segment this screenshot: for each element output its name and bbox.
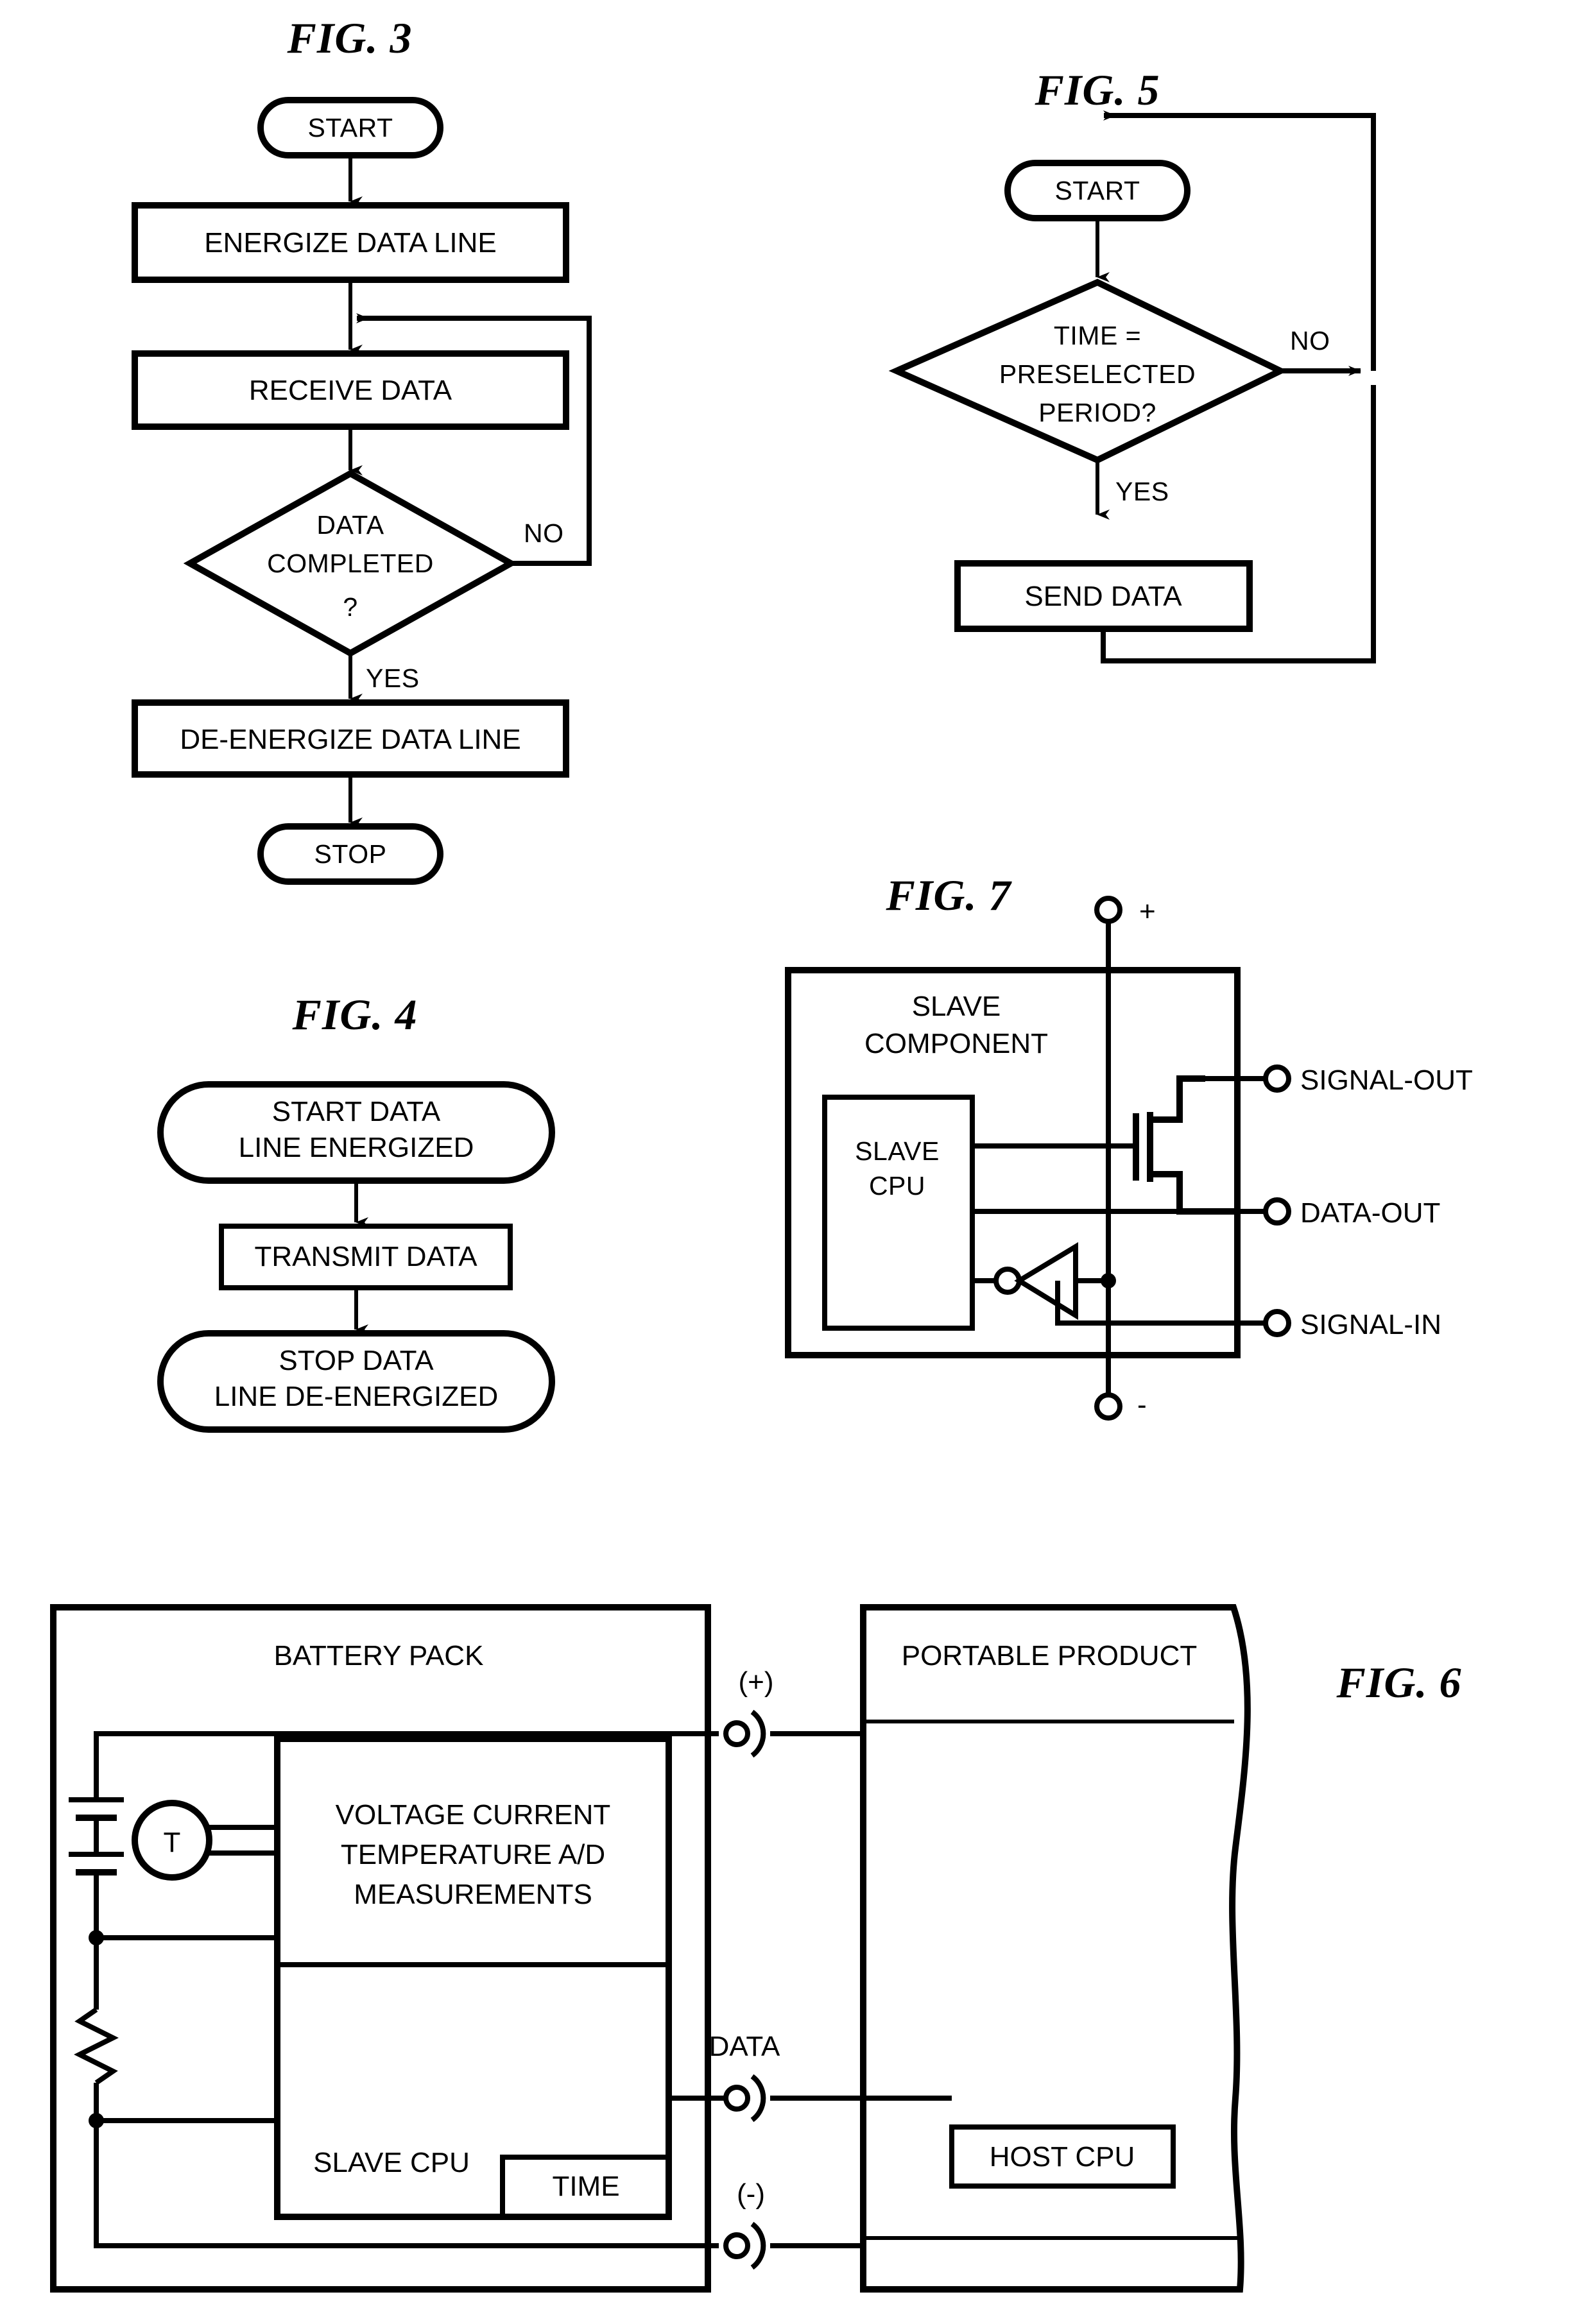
- fig5-decision-label-line2: PRESELECTED: [999, 359, 1196, 389]
- fig5-decision-label-line3: PERIOD?: [1038, 398, 1156, 427]
- fig3-yes-label: YES: [366, 663, 420, 693]
- figure-fig3: FIG. 3 START ENERGIZE DATA LINE RECEIVE …: [132, 13, 592, 885]
- fig7-signal-in-label: SIGNAL-IN: [1300, 1309, 1441, 1340]
- fig7-slave-component-label-line1: SLAVE: [912, 991, 1001, 1022]
- fig5-start-label: START: [1054, 176, 1140, 205]
- fig7-data-out-terminal-node: [1263, 1197, 1291, 1226]
- fig7-slave-cpu-label-line1: SLAVE: [855, 1136, 940, 1166]
- fig6-battery-pack-label: BATTERY PACK: [274, 1640, 484, 1671]
- fig7-minus-terminal-label: -: [1137, 1389, 1147, 1421]
- fig3-no-label: NO: [524, 518, 564, 548]
- fig3-start-label: START: [307, 113, 393, 142]
- figure-fig6: FIG. 6 BATTERY PACK PORTABLE PRODUCT HOS…: [50, 1604, 1462, 2293]
- patent-drawing-sheet: FIG. 3 START ENERGIZE DATA LINE RECEIVE …: [0, 0, 1573, 2324]
- fig3-decision-label-line3: ?: [343, 592, 357, 622]
- fig6-plus-connector-pin: [723, 1720, 750, 1747]
- fig6-measurements-label-line1: VOLTAGE CURRENT: [336, 1799, 611, 1831]
- fig7-junction-dot: [1101, 1273, 1116, 1288]
- fig3-deenergize-label: DE-ENERGIZE DATA LINE: [180, 724, 520, 755]
- fig6-data-terminal-label: DATA: [709, 2031, 780, 2062]
- fig7-mosfet-source: [1150, 1171, 1237, 1215]
- fig6-minus-connector-socket: [750, 2221, 766, 2270]
- fig6-title: FIG. 6: [1336, 1658, 1462, 1707]
- drawing-canvas: FIG. 3 START ENERGIZE DATA LINE RECEIVE …: [50, 13, 1473, 2293]
- fig6-minus-rail: [94, 2121, 719, 2248]
- fig5-yes-label: YES: [1115, 477, 1169, 506]
- fig3-decision-label-line2: COMPLETED: [267, 549, 434, 578]
- fig6-data-connector-socket: [750, 2074, 766, 2123]
- fig3-title: FIG. 3: [287, 13, 413, 62]
- fig6-measurements-label-line2: TEMPERATURE A/D: [341, 1839, 605, 1870]
- fig6-minus-terminal-label: (-): [737, 2178, 765, 2210]
- fig6-shunt-resistor: [74, 2007, 119, 2085]
- fig6-slave-cpu-label: SLAVE CPU: [313, 2147, 470, 2178]
- fig7-inverter-triangle: [1014, 1242, 1078, 1320]
- fig7-signal-out-terminal-node: [1263, 1064, 1291, 1093]
- fig6-thermistor-label: T: [164, 1827, 181, 1858]
- fig6-data-connector-pin: [723, 2085, 750, 2112]
- fig6-host-cpu-label: HOST CPU: [990, 2141, 1135, 2173]
- fig3-receive-label: RECEIVE DATA: [249, 375, 452, 406]
- fig7-plus-terminal-label: +: [1139, 896, 1156, 927]
- fig7-minus-terminal-node: [1094, 1392, 1122, 1421]
- fig3-energize-label: ENERGIZE DATA LINE: [204, 227, 497, 259]
- figure-fig4: FIG. 4 START DATA LINE ENERGIZED TRANSMI…: [157, 990, 555, 1433]
- fig4-title: FIG. 4: [292, 990, 418, 1039]
- fig4-start-label-line2: LINE ENERGIZED: [239, 1132, 474, 1163]
- fig7-plus-terminal-node: [1094, 896, 1122, 924]
- fig4-stop-label-line2: LINE DE-ENERGIZED: [214, 1381, 499, 1412]
- fig5-no-return-top: [1117, 113, 1376, 371]
- fig6-plus-connector-socket: [750, 1709, 766, 1758]
- fig7-data-out-label: DATA-OUT: [1300, 1197, 1440, 1229]
- fig7-slave-cpu-box: [822, 1095, 975, 1331]
- figure-fig5: FIG. 5 START TIME = PRESELECTED PERIOD? …: [888, 65, 1376, 663]
- figure-fig7: FIG. 7 + SLAVE COMPONENT SLAVE CPU - SIG…: [785, 871, 1473, 1421]
- fig5-title: FIG. 5: [1035, 65, 1160, 114]
- fig7-signal-in-terminal-node: [1263, 1309, 1291, 1337]
- fig4-stop-label-line1: STOP DATA: [279, 1345, 434, 1376]
- fig5-no-label: NO: [1290, 326, 1330, 355]
- fig6-minus-connector-pin: [723, 2232, 750, 2259]
- fig4-transmit-label: TRANSMIT DATA: [254, 1241, 477, 1272]
- fig7-slave-cpu-label-line2: CPU: [869, 1171, 925, 1200]
- fig7-mosfet-drain: [1150, 1075, 1205, 1123]
- fig3-decision-label-line1: DATA: [316, 510, 384, 540]
- fig7-title: FIG. 7: [886, 871, 1013, 919]
- fig3-stop-label: STOP: [314, 839, 387, 869]
- fig4-start-label-line1: START DATA: [272, 1096, 441, 1127]
- fig6-time-label: TIME: [552, 2171, 619, 2202]
- fig6-measurements-label-line3: MEASUREMENTS: [354, 1879, 592, 1910]
- fig7-slave-component-label-line2: COMPONENT: [864, 1028, 1048, 1059]
- fig5-send-label: SEND DATA: [1024, 581, 1182, 612]
- fig5-decision-label-line1: TIME =: [1054, 321, 1141, 350]
- fig6-plus-terminal-label: (+): [739, 1666, 774, 1698]
- fig7-signal-out-label: SIGNAL-OUT: [1300, 1064, 1473, 1096]
- fig6-portable-product-label: PORTABLE PRODUCT: [902, 1640, 1197, 1671]
